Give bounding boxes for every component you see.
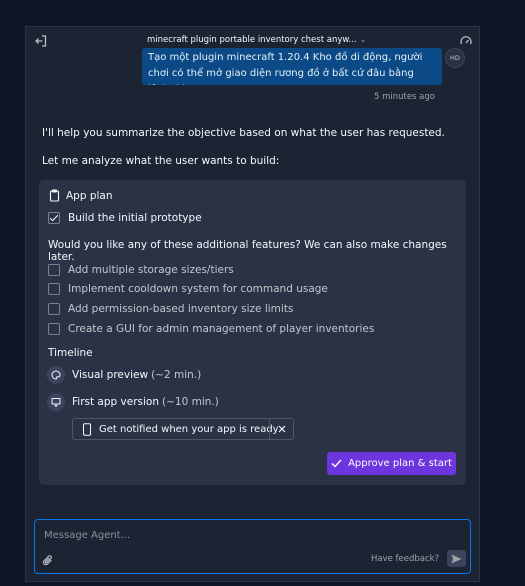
paperclip-icon[interactable]	[42, 554, 54, 567]
plan-heading-row: App plan	[48, 189, 113, 202]
feature-checkbox[interactable]	[48, 283, 60, 295]
agent-panel: minecraft plugin portable inventory ches…	[25, 26, 480, 582]
message-input[interactable]	[42, 526, 426, 544]
timeline-label-text: Visual preview	[72, 369, 149, 381]
approve-plan-button[interactable]: Approve plan & start	[327, 452, 456, 475]
prototype-row: Build the initial prototype	[48, 212, 202, 224]
feature-option-1[interactable]: Implement cooldown system for command us…	[48, 283, 328, 295]
timeline-label-text: First app version	[72, 396, 159, 408]
prototype-label: Build the initial prototype	[68, 212, 202, 224]
agent-text-summary: I'll help you summarize the objective ba…	[42, 127, 445, 139]
phone-icon	[83, 422, 91, 436]
timeline-duration: (~2 min.)	[151, 369, 202, 381]
feature-option-2[interactable]: Add permission-based inventory size limi…	[48, 303, 293, 315]
message-composer: Have feedback?	[34, 519, 471, 574]
user-message-text: Tạo một plugin minecraft 1.20.4 Kho đồ d…	[148, 52, 423, 85]
palette-icon	[47, 366, 65, 384]
timeline-item-first-version: First app version (~10 min.)	[47, 393, 219, 411]
avatar: HD	[445, 48, 465, 68]
approve-label: Approve plan & start	[348, 458, 452, 469]
clipboard-icon	[49, 189, 60, 202]
send-icon	[451, 554, 462, 563]
feature-option-3[interactable]: Create a GUI for admin management of pla…	[48, 323, 374, 335]
plan-heading: App plan	[66, 189, 113, 202]
close-icon[interactable]	[276, 423, 288, 435]
feature-label: Implement cooldown system for command us…	[68, 283, 328, 295]
prototype-checkbox	[48, 212, 60, 224]
chat-title-dropdown[interactable]: minecraft plugin portable inventory ches…	[147, 35, 366, 45]
check-icon	[331, 459, 342, 468]
chat-title: minecraft plugin portable inventory ches…	[147, 35, 357, 45]
app-plan-card: App plan Build the initial prototype Wou…	[39, 180, 466, 485]
send-button[interactable]	[447, 550, 466, 567]
feature-label: Add multiple storage sizes/tiers	[68, 264, 234, 276]
chevron-down-icon: ⌄	[359, 35, 367, 44]
divider	[269, 419, 270, 439]
message-timestamp: 5 minutes ago	[373, 92, 435, 102]
timeline-duration: (~10 min.)	[162, 396, 219, 408]
features-question: Would you like any of these additional f…	[48, 239, 447, 263]
feature-option-0[interactable]: Add multiple storage sizes/tiers	[48, 264, 234, 276]
feature-label: Create a GUI for admin management of pla…	[68, 323, 375, 335]
notify-button[interactable]: Get notified when your app is ready	[72, 418, 294, 440]
feedback-link[interactable]: Have feedback?	[371, 554, 439, 564]
feature-label: Add permission-based inventory size limi…	[68, 303, 294, 315]
timeline-label: Timeline	[48, 347, 93, 359]
notify-label: Get notified when your app is ready	[99, 423, 279, 435]
timeline-item-visual-preview: Visual preview (~2 min.)	[47, 366, 201, 384]
user-message: Tạo một plugin minecraft 1.20.4 Kho đồ d…	[142, 48, 442, 85]
agent-text-analyze: Let me analyze what the user wants to bu…	[42, 155, 280, 167]
exit-icon[interactable]	[34, 34, 48, 48]
feature-checkbox[interactable]	[48, 323, 60, 335]
monitor-icon	[47, 393, 65, 411]
feature-checkbox[interactable]	[48, 264, 60, 276]
gauge-icon[interactable]	[459, 34, 473, 48]
feature-checkbox[interactable]	[48, 303, 60, 315]
